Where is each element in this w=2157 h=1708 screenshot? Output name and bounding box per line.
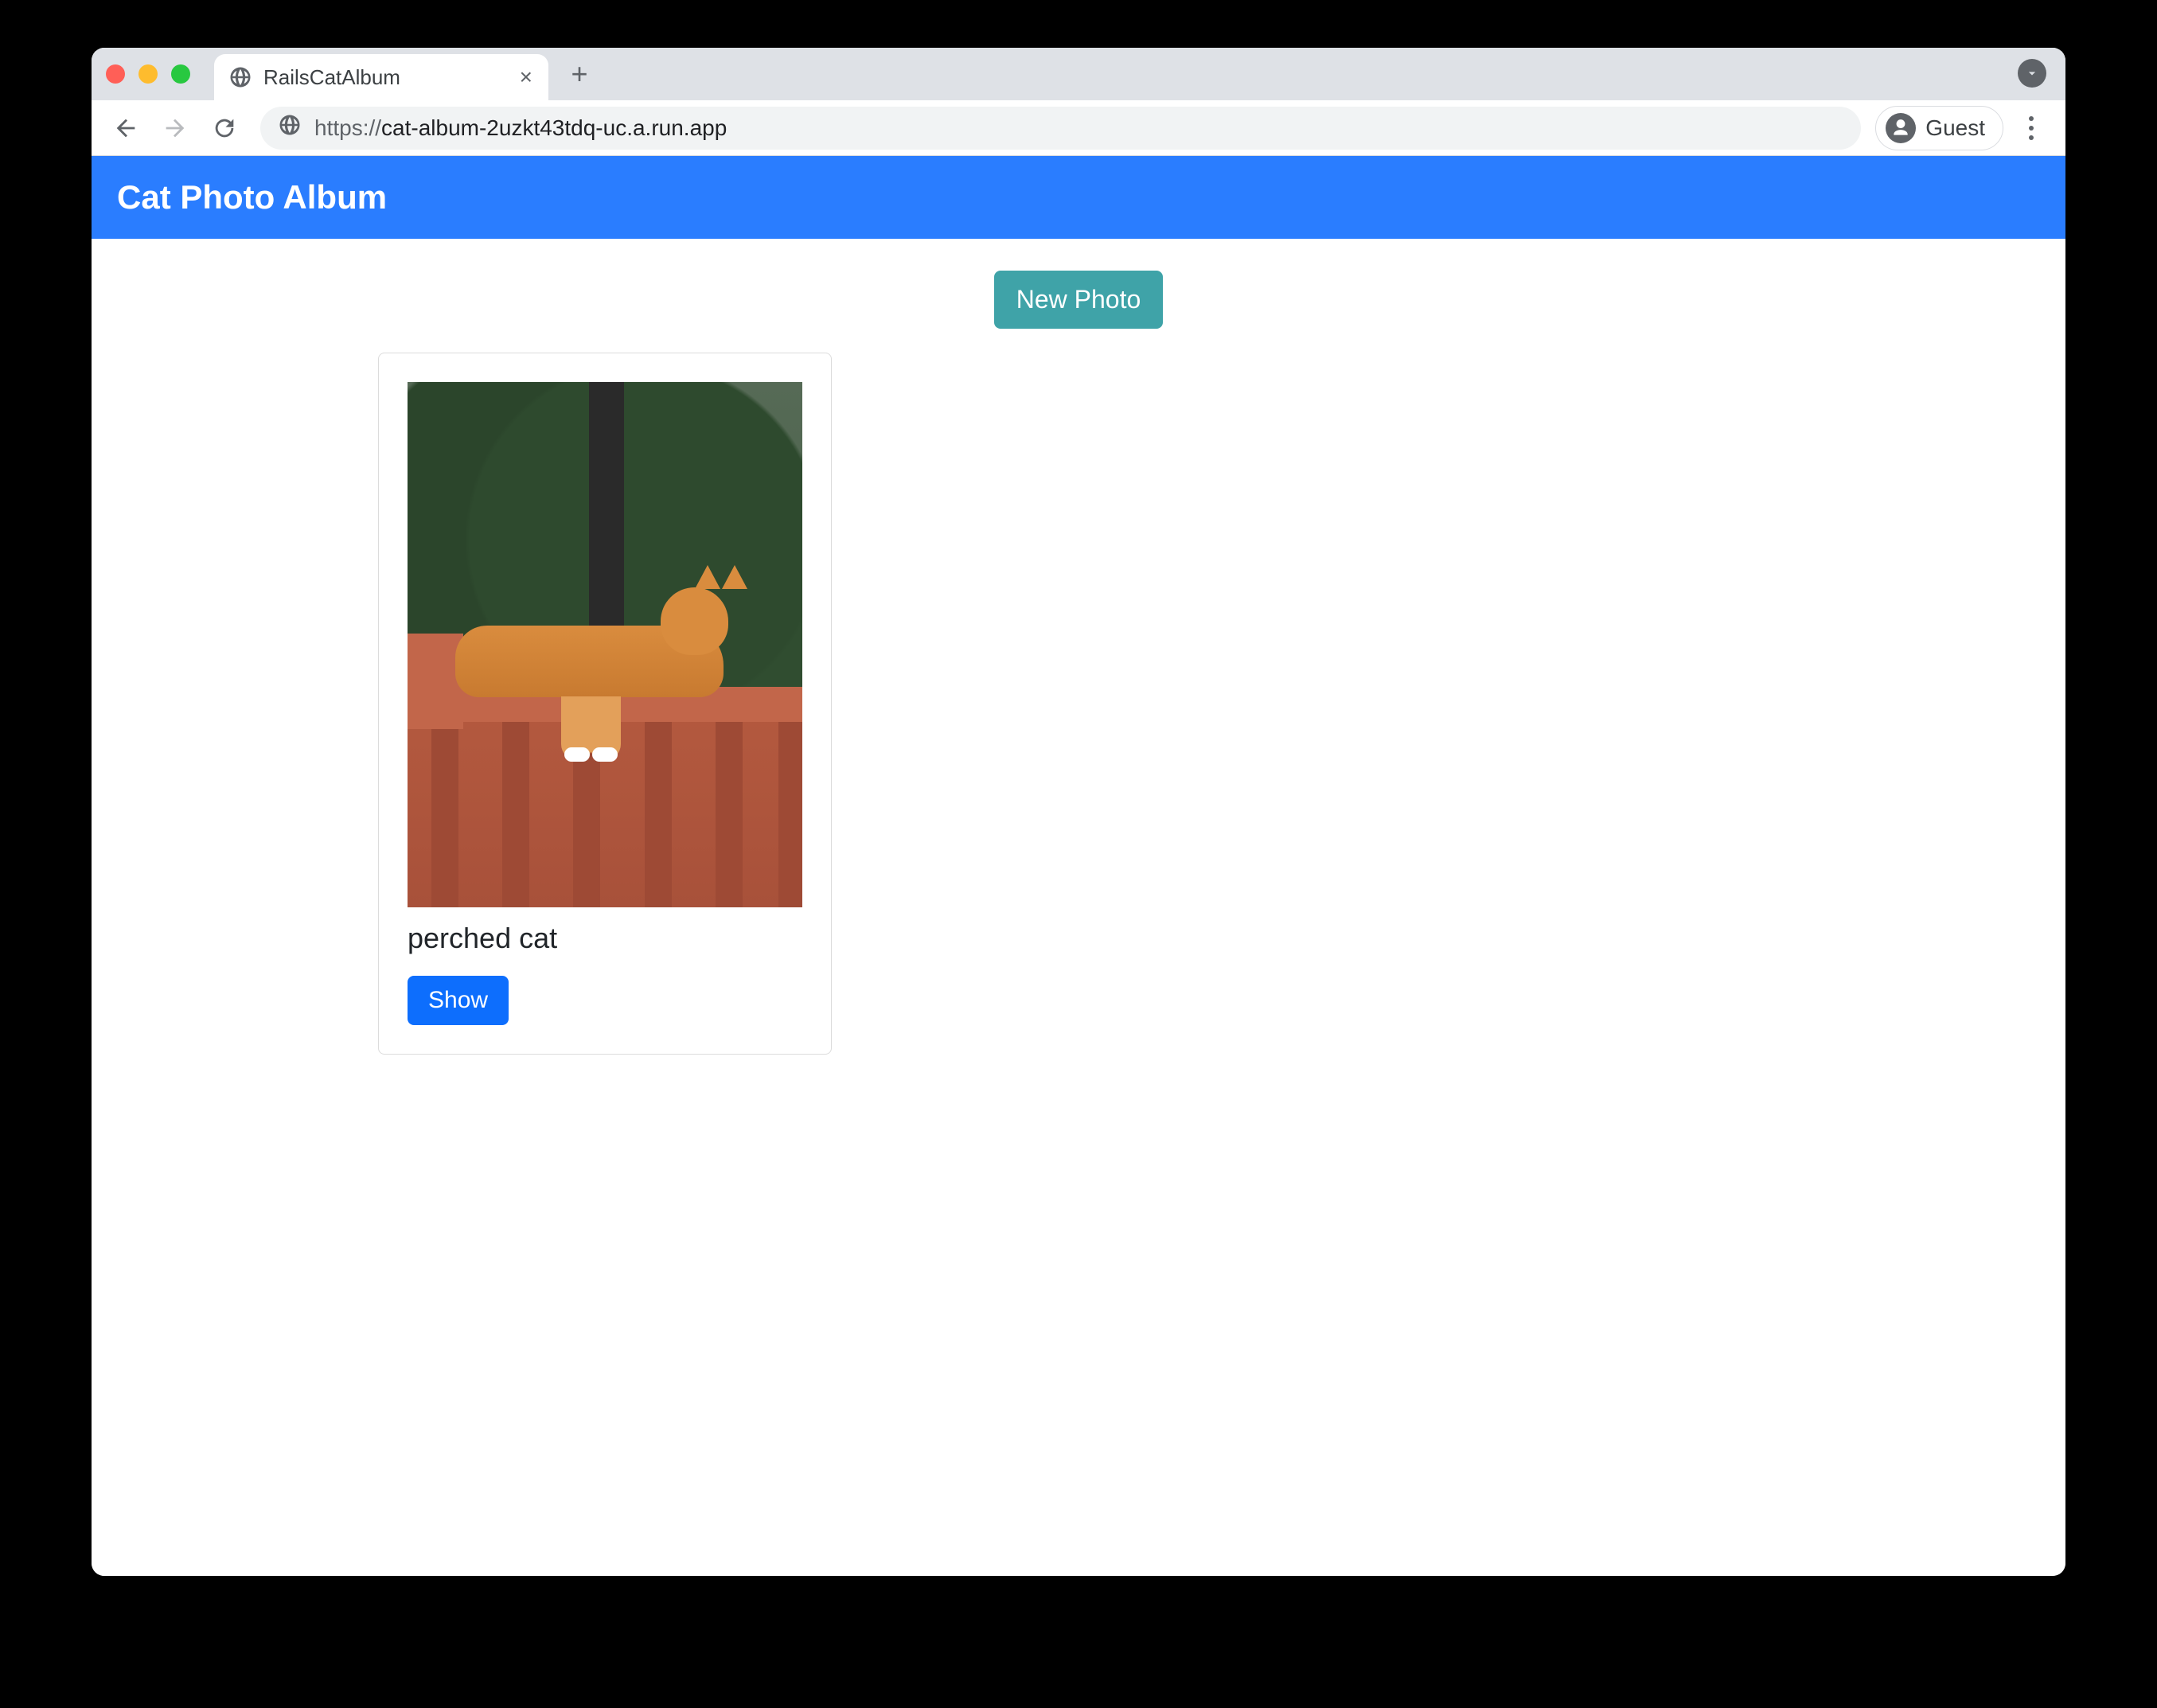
new-tab-button[interactable]: + (560, 54, 599, 94)
window-minimize-button[interactable] (138, 64, 158, 84)
browser-toolbar: https://cat-album-2uzkt43tdq-uc.a.run.ap… (92, 100, 2065, 156)
new-photo-wrap: New Photo (92, 271, 2065, 329)
globe-icon (228, 65, 252, 89)
photo-thumbnail[interactable] (408, 382, 802, 907)
tab-close-button[interactable]: × (520, 66, 532, 88)
profile-label: Guest (1925, 115, 1985, 141)
window-fullscreen-button[interactable] (171, 64, 190, 84)
url-text: https://cat-album-2uzkt43tdq-uc.a.run.ap… (314, 115, 727, 141)
reload-button[interactable] (203, 107, 246, 150)
person-icon (1886, 113, 1916, 143)
back-button[interactable] (104, 107, 147, 150)
forward-button[interactable] (154, 107, 197, 150)
browser-menu-button[interactable] (2010, 107, 2053, 150)
page-content: New Photo (92, 239, 2065, 1055)
window-controls (106, 64, 190, 84)
photo-caption: perched cat (408, 922, 802, 955)
page-title: Cat Photo Album (117, 178, 387, 216)
show-button[interactable]: Show (408, 976, 509, 1025)
browser-window: RailsCatAlbum × + https://cat-album-2uzk… (92, 48, 2065, 1576)
app-header: Cat Photo Album (92, 156, 2065, 239)
browser-tab[interactable]: RailsCatAlbum × (214, 54, 548, 100)
photo-card: perched cat Show (378, 353, 832, 1055)
photo-grid: perched cat Show (92, 353, 2065, 1055)
tab-strip: RailsCatAlbum × + (92, 48, 2065, 100)
window-close-button[interactable] (106, 64, 125, 84)
site-info-icon[interactable] (278, 113, 302, 142)
url-protocol: https:// (314, 115, 381, 141)
tab-search-button[interactable] (2018, 59, 2046, 88)
profile-button[interactable]: Guest (1875, 106, 2003, 150)
new-photo-button[interactable]: New Photo (994, 271, 1164, 329)
url-host: cat-album-2uzkt43tdq-uc.a.run.app (381, 115, 727, 141)
page-viewport: Cat Photo Album New Photo (92, 156, 2065, 1576)
tab-title: RailsCatAlbum (263, 65, 520, 90)
address-bar[interactable]: https://cat-album-2uzkt43tdq-uc.a.run.ap… (260, 107, 1861, 150)
